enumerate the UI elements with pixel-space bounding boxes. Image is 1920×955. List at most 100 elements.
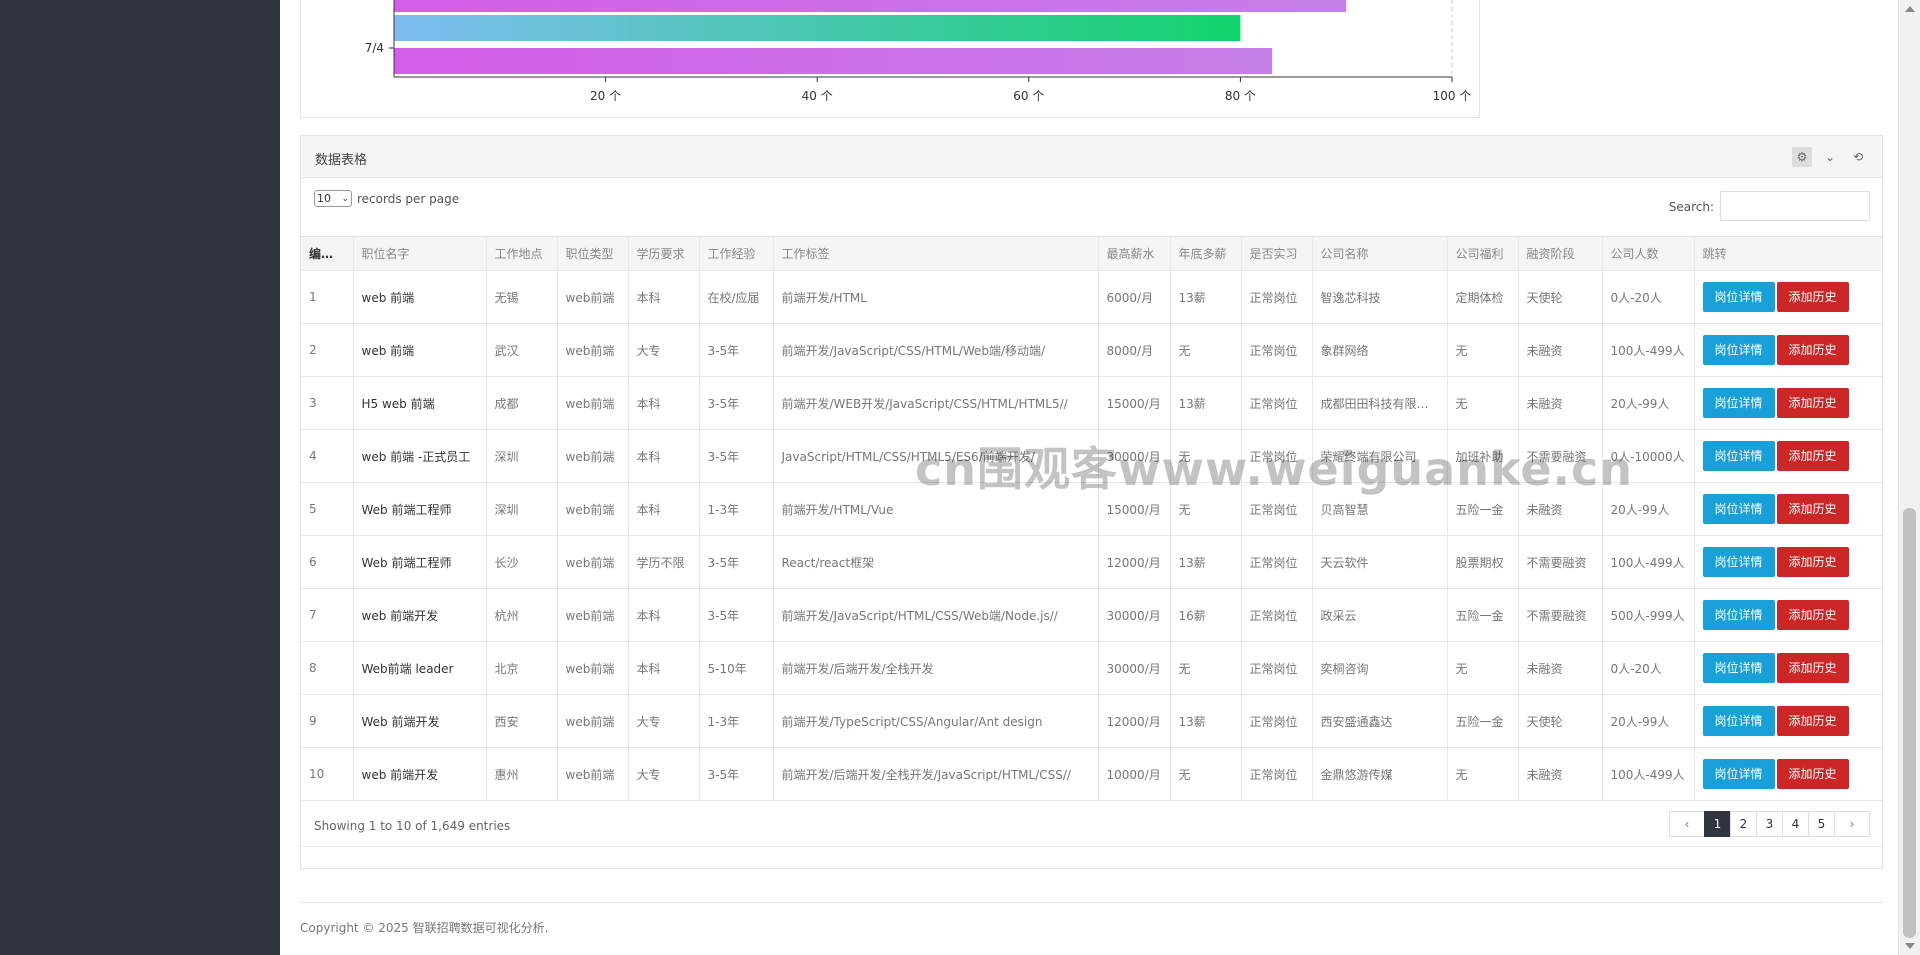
column-header-1[interactable]: 职位名字 xyxy=(353,236,487,271)
column-header-10[interactable]: 公司名称 xyxy=(1312,236,1448,271)
table-cell: 15000/月 xyxy=(1098,376,1171,430)
job-detail-button[interactable]: 岗位详情 xyxy=(1702,335,1775,365)
table-cell: 奕桐咨询 xyxy=(1312,641,1448,695)
column-header-2[interactable]: 工作地点 xyxy=(486,236,558,271)
table-cell: 天使轮 xyxy=(1518,270,1603,324)
chevron-down-icon[interactable]: ⌄ xyxy=(1820,147,1840,167)
add-history-button[interactable]: 添加历史 xyxy=(1776,653,1849,683)
scrollbar-thumb[interactable] xyxy=(1903,508,1916,938)
add-history-button[interactable]: 添加历史 xyxy=(1776,441,1849,471)
table-cell: 20人-99人 xyxy=(1602,694,1695,748)
chart-category-label: 7/4 xyxy=(365,41,384,55)
table-cell: web前端 xyxy=(557,535,629,589)
table-cell: 12000/月 xyxy=(1098,535,1171,589)
table-cell: 20人-99人 xyxy=(1602,376,1695,430)
table-cell: 本科 xyxy=(628,482,700,536)
table-cell: 荣耀终端有限公司 xyxy=(1312,429,1448,483)
copyright: Copyright © 2025 智联招聘数据可视化分析. xyxy=(300,921,549,935)
scrollbar[interactable] xyxy=(1898,0,1920,955)
table-cell: 1-3年 xyxy=(699,694,774,748)
chart-x-tick-label: 80 个 xyxy=(1225,89,1256,103)
table-row: 3 H5 web 前端 成都 web前端 本科 3-5年 前端开发/WEB开发/JavaSc… xyxy=(301,376,1882,430)
add-history-button[interactable]: 添加历史 xyxy=(1776,547,1849,577)
table-footer: Showing 1 to 10 of 1,649 entries ‹ 1 2 3 4 5 › xyxy=(301,801,1882,847)
action-cell: 岗位详情 添加历史 xyxy=(1694,694,1882,748)
sidebar xyxy=(0,0,280,955)
prev-page-button[interactable]: ‹ xyxy=(1669,811,1705,837)
column-header-14[interactable]: 跳转 xyxy=(1694,236,1882,271)
table-cell: 6 xyxy=(301,535,354,589)
table-cell: 长沙 xyxy=(486,535,558,589)
table-cell: 5-10年 xyxy=(699,641,774,695)
refresh-icon[interactable]: ⟲ xyxy=(1848,147,1868,167)
table-cell: 13薪 xyxy=(1170,694,1242,748)
add-history-button[interactable]: 添加历史 xyxy=(1776,282,1849,312)
column-header-0[interactable]: 编号 ^ xyxy=(301,236,354,271)
job-detail-button[interactable]: 岗位详情 xyxy=(1702,759,1775,789)
table-cell: web前端 xyxy=(557,323,629,377)
next-page-button[interactable]: › xyxy=(1834,811,1870,837)
job-detail-button[interactable]: 岗位详情 xyxy=(1702,388,1775,418)
gear-icon[interactable]: ⚙ xyxy=(1792,147,1812,167)
table-cell: 未融资 xyxy=(1518,641,1603,695)
table-cell: 天云软件 xyxy=(1312,535,1448,589)
scroll-up-arrow-icon[interactable] xyxy=(1905,6,1915,12)
column-header-11[interactable]: 公司福利 xyxy=(1447,236,1519,271)
add-history-button[interactable]: 添加历史 xyxy=(1776,388,1849,418)
chart-bar xyxy=(394,15,1241,41)
action-cell: 岗位详情 添加历史 xyxy=(1694,641,1882,695)
add-history-button[interactable]: 添加历史 xyxy=(1776,335,1849,365)
search-input[interactable] xyxy=(1720,191,1870,221)
job-detail-button[interactable]: 岗位详情 xyxy=(1702,600,1775,630)
table-cell: Web 前端工程师 xyxy=(353,482,487,536)
action-cell: 岗位详情 添加历史 xyxy=(1694,482,1882,536)
page-button-3[interactable]: 3 xyxy=(1756,811,1783,837)
table-cell: 大专 xyxy=(628,747,700,801)
table-row: 10 web 前端开发 惠州 web前端 大专 3-5年 前端开发/后端开发/全栈开发/Ja… xyxy=(301,747,1882,801)
table-toolbar: 10 ⌄ records per page Search: xyxy=(301,178,1882,236)
column-header-4[interactable]: 学历要求 xyxy=(628,236,700,271)
page-button-5[interactable]: 5 xyxy=(1808,811,1835,837)
job-detail-button[interactable]: 岗位详情 xyxy=(1702,547,1775,577)
table-row: 4 web 前端 -正式员工 深圳 web前端 本科 3-5年 JavaScript/HTM… xyxy=(301,429,1882,483)
add-history-button[interactable]: 添加历史 xyxy=(1776,600,1849,630)
column-header-12[interactable]: 融资阶段 xyxy=(1518,236,1603,271)
page-button-2[interactable]: 2 xyxy=(1730,811,1757,837)
job-detail-button[interactable]: 岗位详情 xyxy=(1702,653,1775,683)
records-per-page-select[interactable]: 10 ⌄ xyxy=(314,190,352,207)
add-history-button[interactable]: 添加历史 xyxy=(1776,759,1849,789)
table-cell: 正常岗位 xyxy=(1241,694,1313,748)
table-cell: 100人-499人 xyxy=(1602,535,1695,589)
table-cell: 五险一金 xyxy=(1447,588,1519,642)
job-detail-button[interactable]: 岗位详情 xyxy=(1702,441,1775,471)
column-header-9[interactable]: 是否实习 xyxy=(1241,236,1313,271)
add-history-button[interactable]: 添加历史 xyxy=(1776,494,1849,524)
page-button-1[interactable]: 1 xyxy=(1704,811,1731,837)
column-header-6[interactable]: 工作标签 xyxy=(773,236,1099,271)
job-detail-button[interactable]: 岗位详情 xyxy=(1702,706,1775,736)
column-header-8[interactable]: 年底多薪 xyxy=(1170,236,1242,271)
table-cell: 股票期权 xyxy=(1447,535,1519,589)
table-cell: 未融资 xyxy=(1518,747,1603,801)
table-cell: 5 xyxy=(301,482,354,536)
table-cell: web前端 xyxy=(557,588,629,642)
column-header-3[interactable]: 职位类型 xyxy=(557,236,629,271)
add-history-button[interactable]: 添加历史 xyxy=(1776,706,1849,736)
panel-title: 数据表格 xyxy=(315,153,368,168)
table-cell: 3-5年 xyxy=(699,376,774,430)
page-button-4[interactable]: 4 xyxy=(1782,811,1809,837)
scroll-down-arrow-icon[interactable] xyxy=(1905,943,1915,949)
table-cell: 13薪 xyxy=(1170,535,1242,589)
footer-divider xyxy=(300,902,1883,903)
action-cell: 岗位详情 添加历史 xyxy=(1694,535,1882,589)
table-cell: 无 xyxy=(1170,429,1242,483)
job-detail-button[interactable]: 岗位详情 xyxy=(1702,494,1775,524)
job-detail-button[interactable]: 岗位详情 xyxy=(1702,282,1775,312)
table-cell: 100人-499人 xyxy=(1602,323,1695,377)
table-cell: 贝高智慧 xyxy=(1312,482,1448,536)
column-header-13[interactable]: 公司人数 xyxy=(1602,236,1695,271)
column-header-5[interactable]: 工作经验 xyxy=(699,236,774,271)
table-row: 6 Web 前端工程师 长沙 web前端 学历不限 3-5年 React/react框架 12… xyxy=(301,535,1882,589)
table-cell: 正常岗位 xyxy=(1241,535,1313,589)
column-header-7[interactable]: 最高薪水 xyxy=(1098,236,1171,271)
